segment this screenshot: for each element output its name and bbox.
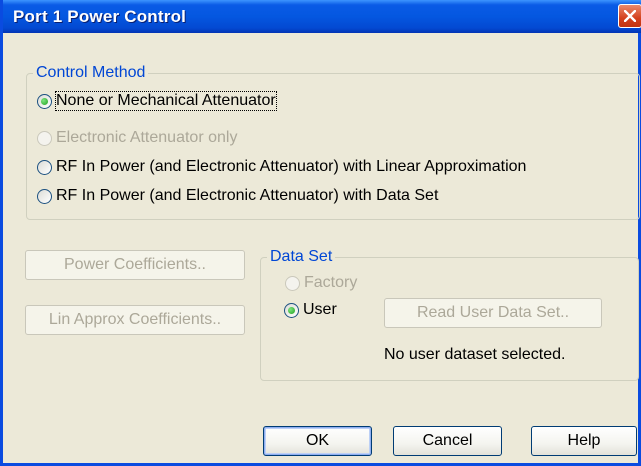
radio-rf-in-data-set[interactable]: RF In Power (and Electronic Attenuator) … (37, 187, 438, 205)
radio-unselected-icon[interactable] (37, 188, 52, 204)
power-coefficients-button[interactable]: Power Coefficients.. (25, 250, 245, 280)
lin-approx-coefficients-button[interactable]: Lin Approx Coefficients.. (25, 305, 245, 335)
window-title: Port 1 Power Control (13, 7, 187, 26)
radio-electronic-attenuator-only[interactable]: Electronic Attenuator only (37, 129, 237, 147)
help-button[interactable]: Help (531, 426, 637, 456)
radio-unselected-icon[interactable] (37, 159, 52, 175)
radio-none-or-mechanical[interactable]: None or Mechanical Attenuator (37, 91, 277, 111)
control-method-legend: Control Method (36, 64, 146, 81)
close-button[interactable] (618, 4, 641, 28)
radio-label: Electronic Attenuator only (56, 129, 238, 146)
radio-label: None or Mechanical Attenuator (55, 91, 277, 111)
dialog-window: Port 1 Power Control Control Method None… (0, 0, 641, 466)
radio-disabled-icon[interactable] (285, 275, 300, 291)
close-icon (624, 10, 636, 22)
radio-rf-in-linear-approx[interactable]: RF In Power (and Electronic Attenuator) … (37, 158, 526, 176)
radio-factory[interactable]: Factory (285, 274, 357, 292)
radio-label: Factory (304, 274, 358, 291)
radio-disabled-icon[interactable] (37, 130, 52, 146)
read-user-data-set-button[interactable]: Read User Data Set.. (384, 298, 602, 328)
ok-button[interactable]: OK (263, 426, 372, 456)
radio-selected-icon[interactable] (284, 302, 299, 318)
dataset-status-text: No user dataset selected. (384, 346, 566, 363)
radio-selected-icon[interactable] (37, 93, 52, 109)
data-set-legend: Data Set (270, 248, 333, 265)
radio-user[interactable]: User (284, 301, 337, 319)
radio-label: RF In Power (and Electronic Attenuator) … (56, 187, 439, 204)
radio-label: RF In Power (and Electronic Attenuator) … (56, 158, 527, 175)
cancel-button[interactable]: Cancel (393, 426, 502, 456)
radio-label: User (303, 301, 337, 318)
title-bar[interactable]: Port 1 Power Control (3, 0, 641, 33)
